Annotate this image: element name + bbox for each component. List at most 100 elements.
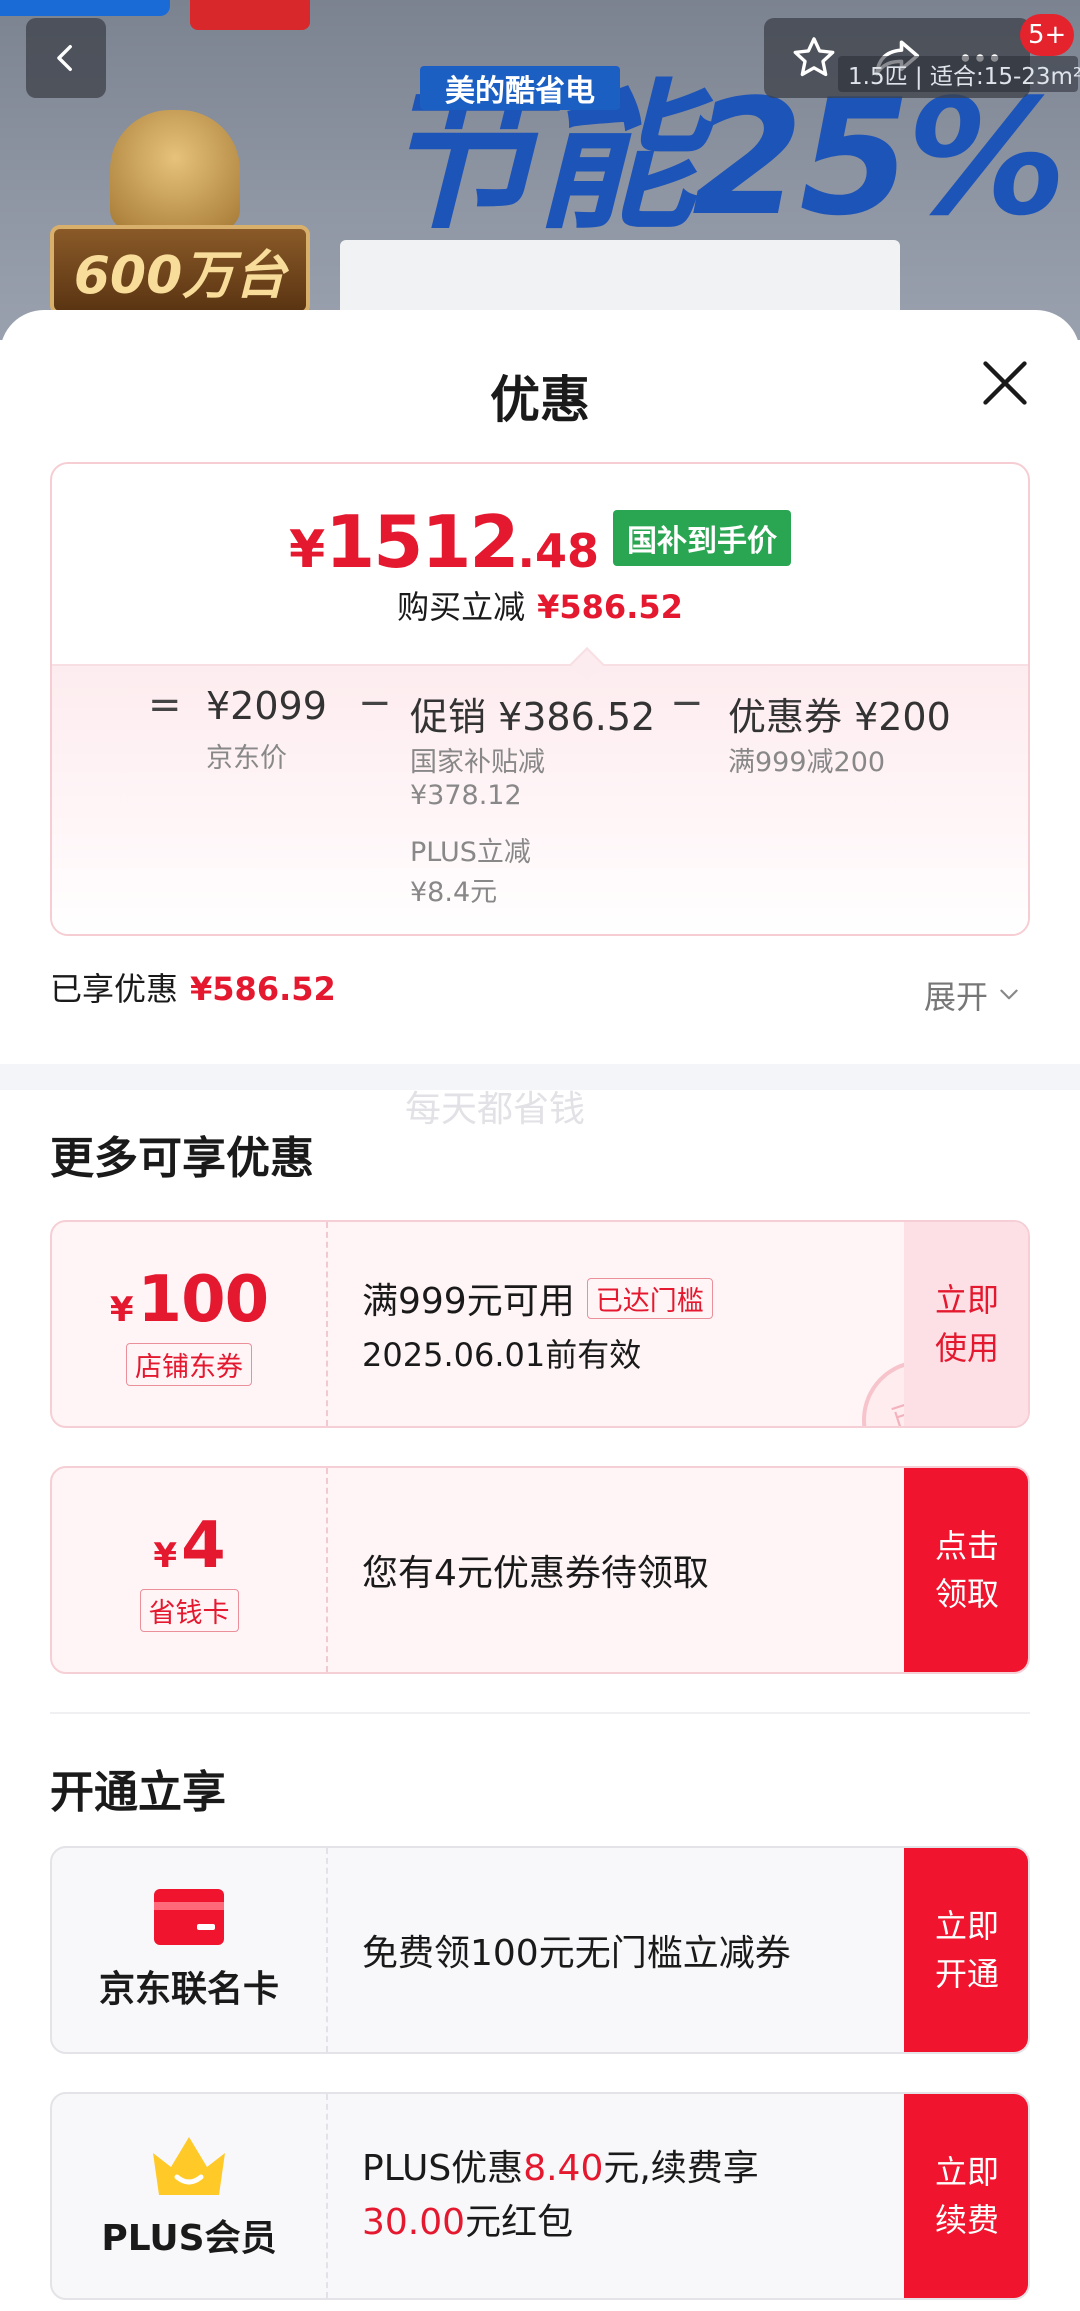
renew-now-line2: 续费 <box>934 2201 999 2239</box>
expand-button[interactable]: 展开 <box>924 972 1022 1018</box>
jd-price-label: 京东价 <box>206 743 287 774</box>
coupon-value: ¥100 <box>109 1262 270 1337</box>
offer-brand-area: 京东联名卡 <box>52 1848 326 2052</box>
open-now-line2: 开通 <box>934 1955 999 1993</box>
offer-name: PLUS会员 <box>101 2218 277 2259</box>
offer-info: 免费领100元无门槛立减券 <box>362 1848 791 2052</box>
banner-slogan: 美的酷省电 <box>420 66 620 110</box>
star-icon[interactable] <box>789 33 839 83</box>
coupon-amount: 优惠券 ¥200 <box>728 695 951 739</box>
use-now-line1: 立即 <box>934 1281 999 1319</box>
claim-line2: 领取 <box>934 1575 999 1613</box>
instant-discount: 购买立减 ¥586.52 <box>52 582 1028 628</box>
coupon-value-area: ¥4 省钱卡 <box>52 1468 326 1672</box>
coupon-type: 店铺东券 <box>126 1342 252 1386</box>
coupon-currency: ¥ <box>153 1535 178 1576</box>
more-discounts-title: 更多可享优惠 <box>50 1133 314 1184</box>
subsidy-price-tag: 国补到手价 <box>613 510 792 566</box>
coupon-info: 您有4元优惠券待领取 <box>362 1468 709 1672</box>
coupon-value: ¥4 <box>153 1508 226 1583</box>
offer-separator <box>326 1848 328 2052</box>
promo-plus-value: ¥8.4元 <box>410 877 498 908</box>
crown-icon <box>153 2137 225 2195</box>
enjoyed-amount: ¥586.52 <box>190 970 336 1008</box>
coupon-separator <box>326 1468 328 1672</box>
trophy-icon <box>110 110 240 230</box>
coupon-condition-text: 满999元可用 <box>362 1281 575 1322</box>
co-branded-card-offer: 京东联名卡 免费领100元无门槛立减券 立即开通 <box>50 1846 1030 2054</box>
coupon-info: 满999元可用 已达门槛 2025.06.01前有效 <box>362 1222 713 1426</box>
saving-card-coupon: ¥4 省钱卡 您有4元优惠券待领取 点击领取 <box>50 1466 1030 1674</box>
coupon-currency: ¥ <box>109 1289 134 1330</box>
plus-desc-middle: 元,续费享 <box>603 2148 759 2189</box>
coupon-validity: 2025.06.01前有效 <box>362 1336 642 1374</box>
offer-separator <box>326 2094 328 2298</box>
equals-sign: = <box>148 682 182 728</box>
banner-blue-tag <box>0 0 170 16</box>
plus-desc-prefix: PLUS优惠 <box>362 2148 524 2189</box>
card-icon <box>154 1889 224 1945</box>
back-button[interactable] <box>26 18 106 98</box>
use-now-button[interactable]: 立即 使用 <box>904 1222 1028 1426</box>
renew-now-line1: 立即 <box>934 2153 999 2191</box>
threshold-badge: 已达门槛 <box>586 1277 713 1319</box>
shop-coupon-card: ¥100 店铺东券 满999元可用 已达门槛 2025.06.01前有效 已领 … <box>50 1220 1030 1428</box>
open-benefits-title: 开通立享 <box>50 1767 226 1818</box>
discount-sheet: 优惠 ¥ 1512 .48 国补到手价 购买立减 ¥586.52 = ¥2099 … <box>0 310 1080 2311</box>
coupon-condition: 满999元可用 已达门槛 <box>362 1272 713 1324</box>
coupon-value-area: ¥100 店铺东券 <box>52 1222 326 1426</box>
sheet-title: 优惠 <box>490 371 590 429</box>
offer-description: 免费领100元无门槛立减券 <box>362 1933 791 1974</box>
coupon-separator <box>326 1222 328 1426</box>
section-divider-line <box>50 1712 1030 1714</box>
coupon-label: 满999减200 <box>728 747 886 778</box>
chevron-down-icon <box>1000 989 1018 1000</box>
coupon-type: 省钱卡 <box>139 1588 239 1632</box>
minus-sign: − <box>358 680 392 726</box>
coupon-value-number: 100 <box>137 1262 270 1337</box>
close-icon <box>983 361 1027 405</box>
banner-sales-badge: 600万台 <box>50 225 310 315</box>
enjoyed-label: 已享优惠 <box>50 970 179 1008</box>
promo-subsidy-value: ¥378.12 <box>410 780 522 811</box>
price-decimal: .48 <box>517 524 600 578</box>
use-now-line2: 使用 <box>934 1329 999 1367</box>
instant-discount-amount: ¥586.52 <box>537 588 683 626</box>
coupon-value-number: 4 <box>181 1508 226 1583</box>
banner-red-tag <box>190 0 310 30</box>
open-now-button[interactable]: 立即 开通 <box>904 1848 1028 2052</box>
promo-amount: 促销 ¥386.52 <box>410 695 656 739</box>
expand-label: 展开 <box>924 978 989 1016</box>
close-button[interactable] <box>974 352 1036 414</box>
promo-plus-label: PLUS立减 <box>410 837 531 868</box>
price-card: ¥ 1512 .48 国补到手价 购买立减 ¥586.52 = ¥2099 京东价… <box>50 462 1030 936</box>
price-integer: 1512 <box>325 500 519 584</box>
renew-now-button[interactable]: 立即 续费 <box>904 2094 1028 2298</box>
offer-info: PLUS优惠8.40元,续费享 30.00元红包 <box>362 2094 759 2298</box>
product-banner: 节能25% 美的酷省电 600万台 1.5匹 | 适合:15-23m² 5+ <box>0 0 1080 340</box>
minus-sign: − <box>670 680 704 726</box>
open-now-line1: 立即 <box>934 1907 999 1945</box>
instant-discount-label: 购买立减 <box>397 588 526 626</box>
claim-button[interactable]: 点击 领取 <box>904 1468 1028 1672</box>
promo-subsidy-label: 国家补贴减 <box>410 747 545 778</box>
plus-desc-suffix: 元红包 <box>465 2202 574 2243</box>
claim-line1: 点击 <box>934 1527 999 1565</box>
price-breakdown: = ¥2099 京东价 − 促销 ¥386.52 国家补贴减 ¥378.12 P… <box>52 664 1028 934</box>
coupon-description: 您有4元优惠券待领取 <box>362 1553 709 1594</box>
chevron-left-icon <box>57 44 72 72</box>
watermark: 每天都省钱 <box>405 1089 586 1130</box>
banner-spec: 1.5匹 | 适合:15-23m² <box>838 56 1080 92</box>
price-currency: ¥ <box>288 520 326 580</box>
jd-price-amount: ¥2099 <box>206 684 327 728</box>
offer-name: 京东联名卡 <box>98 1969 279 2010</box>
plus-red-packet-value: 30.00 <box>362 2202 466 2243</box>
plus-member-offer: PLUS会员 PLUS优惠8.40元,续费享 30.00元红包 立即续费 <box>50 2092 1030 2300</box>
final-price: ¥ 1512 .48 国补到手价 <box>52 500 1028 584</box>
notification-badge: 5+ <box>1020 14 1075 56</box>
plus-discount-value: 8.40 <box>523 2148 604 2189</box>
offer-brand-area: PLUS会员 <box>52 2094 326 2298</box>
offer-description: PLUS优惠8.40元,续费享 30.00元红包 <box>362 2142 759 2250</box>
enjoyed-discount: 已享优惠 ¥586.52 <box>50 964 336 1010</box>
price-summary: ¥ 1512 .48 国补到手价 购买立减 ¥586.52 <box>52 464 1028 664</box>
